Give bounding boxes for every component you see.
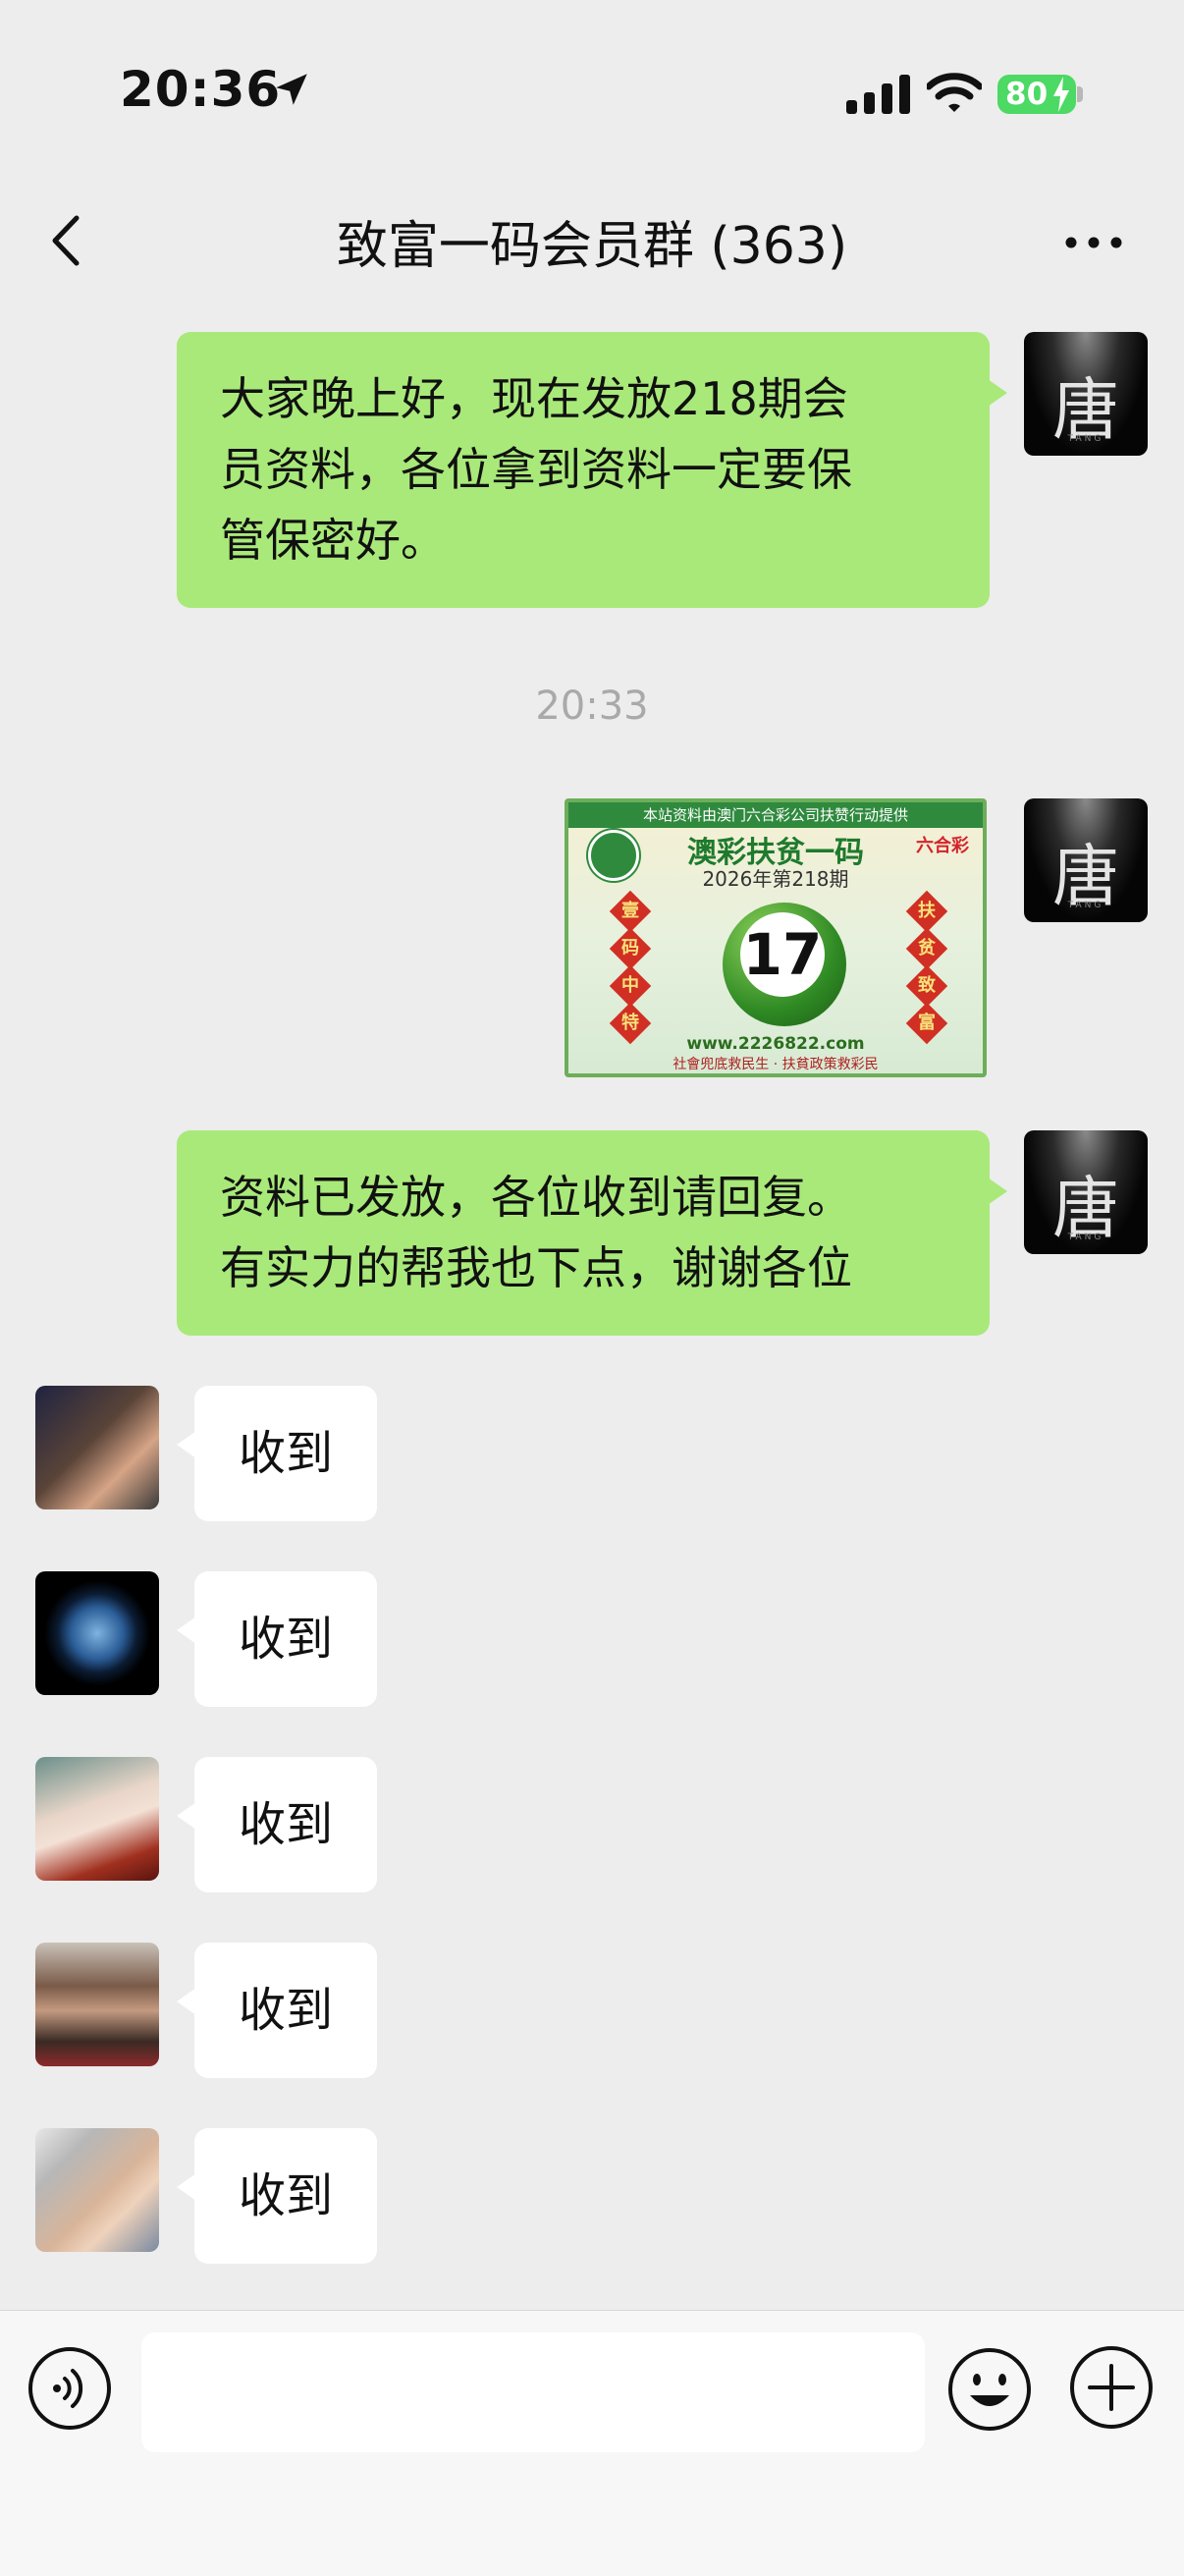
poster-right-chars: 扶 贫 致 富 bbox=[905, 890, 948, 1046]
message-bubble-outgoing[interactable]: 大家晚上好，现在发放218期会 员资料，各位拿到资料一定要保 管保密好。 bbox=[177, 332, 1007, 608]
avatar-member[interactable] bbox=[35, 1386, 159, 1509]
message-bubble-outgoing[interactable]: 资料已发放，各位收到请回复。 有实力的帮我也下点，谢谢各位 bbox=[177, 1130, 1007, 1336]
avatar-sender[interactable]: 唐 TANG bbox=[1024, 798, 1148, 922]
avatar-subtext: TANG bbox=[1067, 434, 1104, 444]
battery-tip bbox=[1077, 86, 1083, 102]
poster-char: 贫 bbox=[918, 938, 936, 959]
message-line: 有实力的帮我也下点，谢谢各位 bbox=[220, 1241, 852, 1294]
lottery-number: 17 bbox=[740, 912, 825, 997]
battery-level: 80 bbox=[1005, 77, 1049, 112]
message-line: 资料已发放，各位收到请回复。 bbox=[220, 1171, 852, 1224]
poster-slogan: 社會兜底救民生 · 扶貧政策救彩民 bbox=[673, 1057, 879, 1072]
add-attachment-icon[interactable] bbox=[1068, 2344, 1155, 2431]
poster-left-chars: 壹 码 中 特 bbox=[609, 890, 652, 1046]
status-time: 20:36 bbox=[120, 61, 282, 118]
input-bar bbox=[0, 2310, 1184, 2576]
message-bubble-incoming[interactable]: 收到 bbox=[177, 2128, 377, 2264]
charging-bolt-icon bbox=[1053, 77, 1069, 112]
message-bubble-incoming[interactable]: 收到 bbox=[177, 1757, 377, 1892]
message-timestamp: 20:33 bbox=[535, 684, 649, 729]
poster-char: 码 bbox=[621, 938, 639, 959]
avatar-member[interactable] bbox=[35, 1571, 159, 1695]
message-bubble-incoming[interactable]: 收到 bbox=[177, 1943, 377, 2078]
poster-char: 壹 bbox=[621, 901, 639, 921]
chat-header: 致富一码会员群 (363) bbox=[0, 187, 1184, 295]
avatar-sender[interactable]: 唐 TANG bbox=[1024, 332, 1148, 456]
voice-input-icon[interactable] bbox=[27, 2346, 112, 2431]
lottery-ball: 17 bbox=[723, 903, 846, 1026]
message-input[interactable] bbox=[141, 2332, 925, 2452]
emoji-icon[interactable] bbox=[946, 2346, 1033, 2433]
location-arrow-icon bbox=[276, 74, 307, 105]
signal-icon bbox=[846, 75, 910, 114]
message-line: 员资料，各位拿到资料一定要保 bbox=[220, 443, 852, 496]
message-line: 大家晚上好，现在发放218期会 bbox=[220, 372, 848, 425]
avatar-sender[interactable]: 唐 TANG bbox=[1024, 1130, 1148, 1254]
poster-char: 中 bbox=[621, 975, 639, 996]
avatar-subtext: TANG bbox=[1067, 1233, 1104, 1242]
shared-image[interactable]: 本站资料由澳门六合彩公司扶赞行动提供 六合彩 澳彩扶贫一码 2026年第218期… bbox=[565, 798, 987, 1077]
poster-top-text: 本站资料由澳门六合彩公司扶赞行动提供 bbox=[568, 802, 983, 828]
wifi-icon bbox=[927, 73, 982, 112]
avatar-subtext: TANG bbox=[1067, 901, 1104, 910]
avatar-member[interactable] bbox=[35, 1943, 159, 2066]
avatar-member[interactable] bbox=[35, 1757, 159, 1881]
avatar-member[interactable] bbox=[35, 2128, 159, 2252]
message-bubble-incoming[interactable]: 收到 bbox=[177, 1571, 377, 1707]
status-bar: 20:36 80 bbox=[0, 0, 1184, 187]
chat-title: 致富一码会员群 (363) bbox=[336, 217, 848, 276]
message-line: 管保密好。 bbox=[220, 514, 446, 567]
poster-url: www.2226822.com bbox=[686, 1034, 865, 1054]
more-options-icon[interactable] bbox=[1064, 236, 1123, 249]
poster-char: 致 bbox=[918, 975, 936, 996]
poster-char: 扶 bbox=[918, 901, 936, 921]
poster-period: 2026年第218期 bbox=[702, 867, 849, 891]
message-bubble-incoming[interactable]: 收到 bbox=[177, 1386, 377, 1521]
